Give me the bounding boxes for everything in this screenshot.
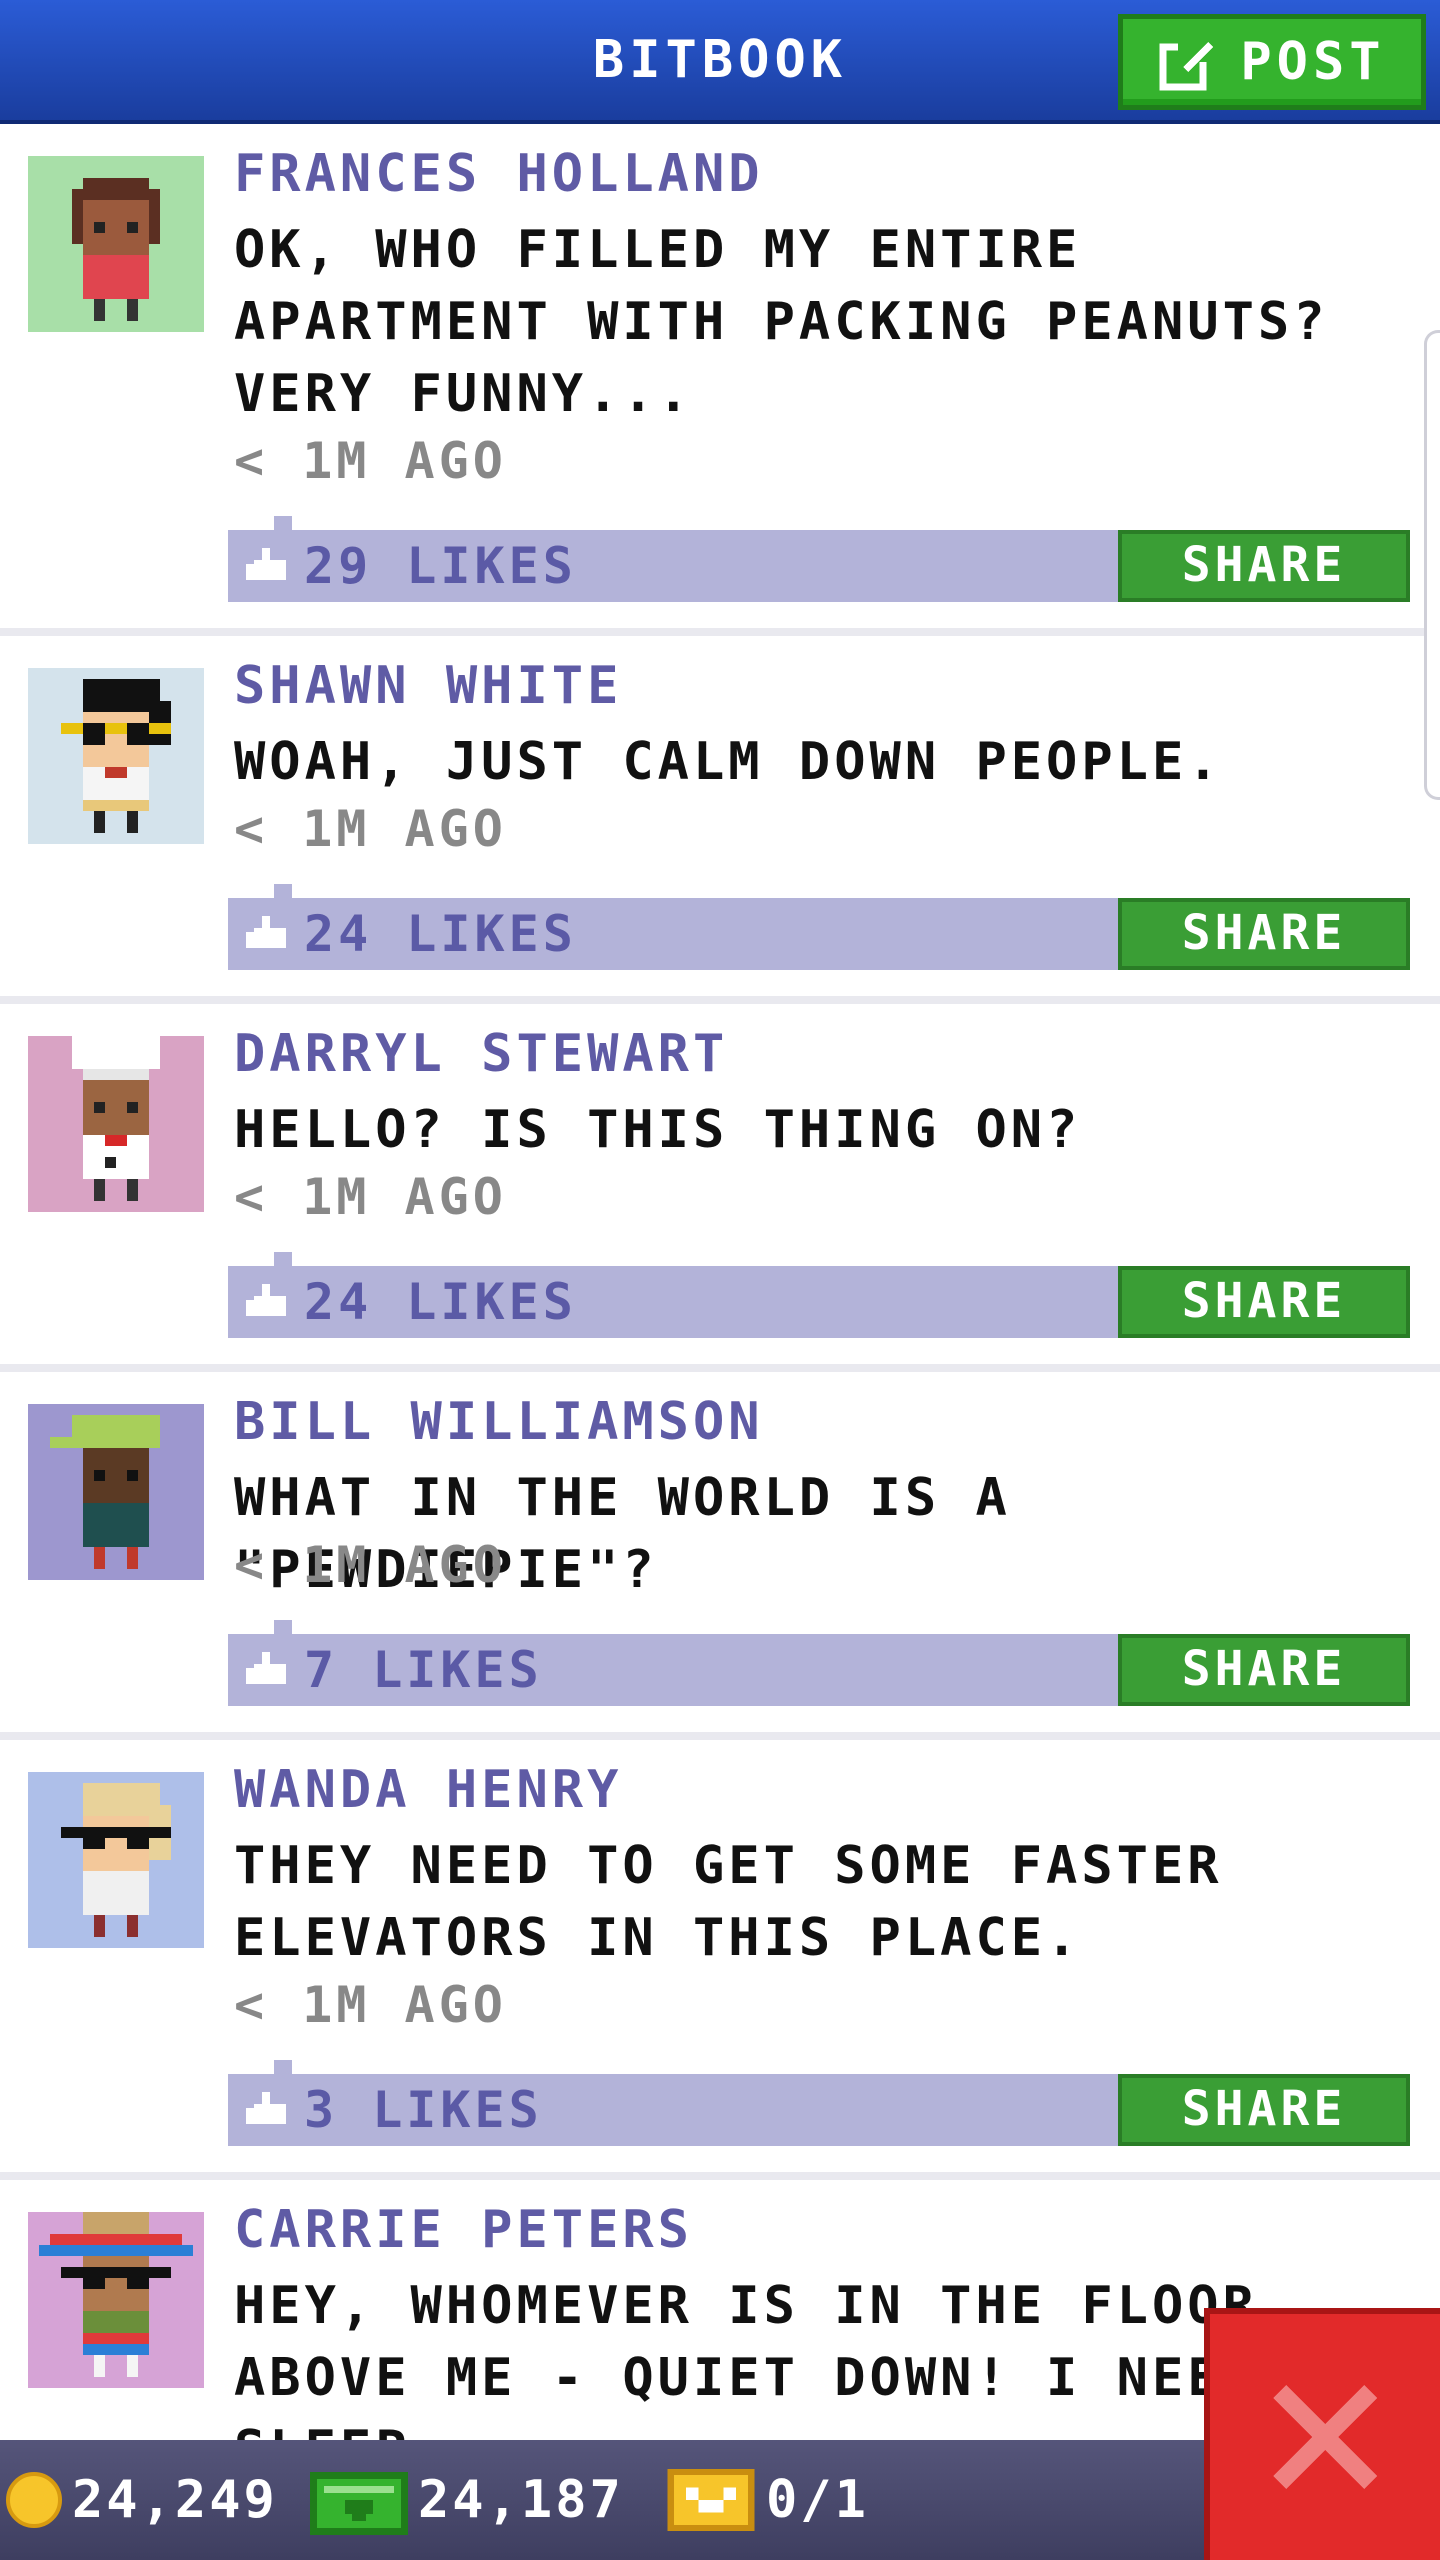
post-author-name[interactable]: WANDA HENRY bbox=[234, 1760, 622, 1820]
share-button[interactable]: SHARE bbox=[1118, 1634, 1410, 1706]
likes-count: 29 LIKES bbox=[304, 537, 577, 595]
bux-counter: 24,187 bbox=[310, 2440, 624, 2560]
thumbs-up-icon[interactable] bbox=[246, 912, 290, 952]
avatar-frances-holland[interactable] bbox=[28, 156, 204, 332]
share-button[interactable]: SHARE bbox=[1118, 2074, 1410, 2146]
post-author-name[interactable]: CARRIE PETERS bbox=[234, 2200, 693, 2260]
avatar-carrie-peters[interactable] bbox=[28, 2212, 204, 2388]
post-message: OK, WHO FILLED MY ENTIRE APARTMENT WITH … bbox=[234, 220, 1329, 424]
coins-value: 24,249 bbox=[72, 2470, 278, 2530]
feed-list[interactable]: FRANCES HOLLAND OK, WHO FILLED MY ENTIRE… bbox=[0, 124, 1440, 2440]
post-divider bbox=[0, 1732, 1440, 1740]
likes-bar: 24 LIKES SHARE bbox=[228, 1252, 1410, 1338]
likes-count: 7 LIKES bbox=[304, 1641, 543, 1699]
avatar-darryl-stewart[interactable] bbox=[28, 1036, 204, 1212]
likes-count: 24 LIKES bbox=[304, 905, 577, 963]
post-timestamp: < 1M AGO bbox=[234, 1536, 507, 1594]
post-divider bbox=[0, 628, 1440, 636]
thumbs-up-icon[interactable] bbox=[246, 1280, 290, 1320]
likes-count: 24 LIKES bbox=[304, 1273, 577, 1331]
likes-count: 3 LIKES bbox=[304, 2081, 543, 2139]
likes-bar-tab bbox=[274, 1252, 292, 1266]
likes-bar-tab bbox=[274, 2060, 292, 2074]
likes-bar: 7 LIKES SHARE bbox=[228, 1620, 1410, 1706]
coin-icon bbox=[6, 2472, 62, 2528]
likes-bar-tab bbox=[274, 516, 292, 530]
post-timestamp: < 1M AGO bbox=[234, 800, 507, 858]
bux-icon bbox=[310, 2472, 408, 2535]
share-button[interactable]: SHARE bbox=[1118, 530, 1410, 602]
app-header: BITBOOK POST bbox=[0, 0, 1440, 124]
thumbs-up-icon[interactable] bbox=[246, 544, 290, 584]
post-timestamp: < 1M AGO bbox=[234, 1168, 507, 1226]
likes-bar-tab bbox=[274, 1620, 292, 1634]
post-message: WOAH, JUST CALM DOWN PEOPLE. bbox=[234, 732, 1223, 792]
post-author-name[interactable]: FRANCES HOLLAND bbox=[234, 144, 764, 204]
post-timestamp: < 1M AGO bbox=[234, 432, 507, 490]
post-button[interactable]: POST bbox=[1118, 14, 1426, 110]
likes-bar: 3 LIKES SHARE bbox=[228, 2060, 1410, 2146]
post-message: THEY NEED TO GET SOME FASTER ELEVATORS I… bbox=[234, 1836, 1223, 1968]
post-divider bbox=[0, 1364, 1440, 1372]
post-author-name[interactable]: DARRYL STEWART bbox=[234, 1024, 728, 1084]
avatar-bill-williamson[interactable] bbox=[28, 1404, 204, 1580]
avatar-shawn-white[interactable] bbox=[28, 668, 204, 844]
post-divider bbox=[0, 996, 1440, 1004]
share-button[interactable]: SHARE bbox=[1118, 898, 1410, 970]
post-divider bbox=[0, 2172, 1440, 2180]
thumbs-up-icon[interactable] bbox=[246, 1648, 290, 1688]
post-timestamp: < 1M AGO bbox=[234, 1976, 507, 2034]
likes-bar: 29 LIKES SHARE bbox=[228, 516, 1410, 602]
bux-value: 24,187 bbox=[418, 2470, 624, 2530]
close-icon bbox=[1273, 2385, 1377, 2489]
share-button[interactable]: SHARE bbox=[1118, 1266, 1410, 1338]
compose-icon bbox=[1159, 37, 1214, 91]
post-author-name[interactable]: BILL WILLIAMSON bbox=[234, 1392, 764, 1452]
tickets-counter: 0/1 bbox=[666, 2440, 869, 2560]
post-message: HELLO? IS THIS THING ON? bbox=[234, 1100, 1082, 1160]
thumbs-up-icon[interactable] bbox=[246, 2088, 290, 2128]
scrollbar[interactable] bbox=[1424, 330, 1440, 800]
post-button-label: POST bbox=[1240, 32, 1386, 92]
likes-bar-tab bbox=[274, 884, 292, 898]
tickets-value: 0/1 bbox=[766, 2470, 869, 2530]
post-author-name[interactable]: SHAWN WHITE bbox=[234, 656, 622, 716]
avatar-wanda-henry[interactable] bbox=[28, 1772, 204, 1948]
likes-bar: 24 LIKES SHARE bbox=[228, 884, 1410, 970]
ticket-icon bbox=[667, 2469, 755, 2531]
coins-counter: 24,249 bbox=[6, 2440, 278, 2560]
close-button[interactable] bbox=[1204, 2308, 1440, 2560]
